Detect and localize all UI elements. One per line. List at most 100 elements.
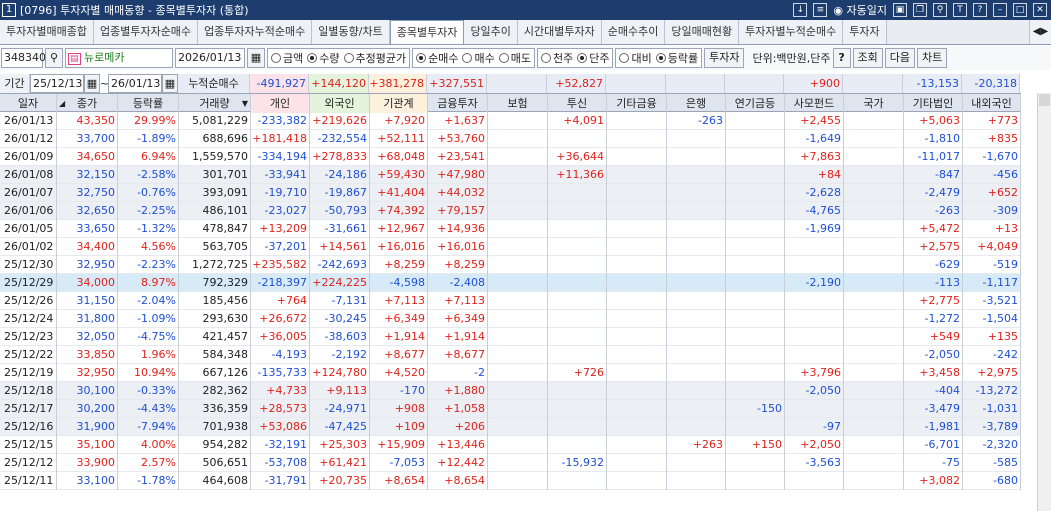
radio-sell[interactable]: 매도 [498,50,531,66]
table-row[interactable]: 26/01/07 32,750 -0.76% 393,091 -19,710 -19,86… [0,184,1021,202]
calendar-to-icon[interactable]: ▦ [162,74,178,93]
tab-scroll-arrows[interactable]: ◀▶ [1029,20,1051,44]
table-row[interactable]: 25/12/16 31,900 -7.94% 701,938 +53,086 -47,42… [0,418,1021,436]
menu-icon[interactable]: ≡ [813,3,828,17]
column-header-11[interactable]: 은행 [667,94,726,113]
calendar-icon[interactable]: ▦ [247,48,265,68]
tab-8[interactable]: 당일매매현황 [665,20,740,44]
tab-10[interactable]: 투자자 [843,20,887,44]
layout-icon[interactable]: ▣ [893,3,907,17]
chart-button[interactable]: 차트 [917,48,948,68]
table-row[interactable]: 25/12/15 35,100 4.00% 954,282 -32,191 +25,303… [0,436,1021,454]
table-row[interactable]: 26/01/05 33,650 -1.32% 478,847 +13,209 -31,66… [0,220,1021,238]
table-row[interactable]: 25/12/30 32,950 -2.23% 1,272,725 +235,582 -24… [0,256,1021,274]
period-to-input[interactable]: 26/01/13 [108,74,162,93]
table-cell-기관계: -4,598 [370,274,428,292]
search-button[interactable]: 조회 [852,48,883,68]
table-cell-금융투자: +1,058 [428,400,488,418]
table-row[interactable]: 25/12/11 33,100 -1.78% 464,608 -31,791 +20,73… [0,472,1021,490]
radio-net-buy[interactable]: 순매수 [416,50,458,66]
radio-single[interactable]: 단주 [577,50,609,66]
pin-icon[interactable]: ↓ [793,3,808,17]
autolog-button[interactable]: ◉ 자동일지 [833,2,887,18]
table-row[interactable]: 26/01/02 34,400 4.56% 563,705 -37,201 +14,561… [0,238,1021,256]
column-header-6[interactable]: 기관계 [370,94,428,113]
radio-buy[interactable]: 매수 [462,50,495,66]
table-cell-일자: 25/12/18 [0,382,57,400]
tab-3[interactable]: 일별동향/차트 [312,20,390,44]
table-row[interactable]: 26/01/09 34,650 6.94% 1,559,570 -334,194 +278… [0,148,1021,166]
close-icon[interactable]: ✕ [1033,3,1047,17]
table-row[interactable]: 26/01/06 32,650 -2.25% 486,101 -23,027 -50,79… [0,202,1021,220]
tab-6[interactable]: 시간대별투자자 [517,20,602,44]
radio-est-avg[interactable]: 추정평균가 [343,50,406,66]
date-input[interactable]: 2026/01/13 [175,48,245,68]
tab-2[interactable]: 업종투자자누적순매수 [198,20,313,44]
table-row[interactable]: 25/12/12 33,900 2.57% 506,651 -53,708 +61,421… [0,454,1021,472]
table-row[interactable]: 25/12/26 31,150 -2.04% 185,456 +764 -7,131 +7,… [0,292,1021,310]
column-header-14[interactable]: 국가 [844,94,904,113]
help-icon[interactable]: ? [973,3,987,17]
column-header-9[interactable]: 투신 [548,94,607,113]
copy-icon[interactable]: ❐ [913,3,927,17]
maximize-icon[interactable]: □ [1013,3,1027,17]
sort-icon[interactable]: ◢ [59,94,65,113]
table-row[interactable]: 25/12/23 32,050 -4.75% 421,457 +36,005 -38,60… [0,328,1021,346]
table-cell-기관계: +8,654 [370,472,428,490]
table-cell-개인: -19,710 [251,184,310,202]
tab-5[interactable]: 당일추이 [464,20,518,44]
table-row[interactable]: 25/12/17 30,200 -4.43% 336,359 +28,573 -24,97… [0,400,1021,418]
tab-9[interactable]: 투자자별누적순매수 [739,20,844,44]
table-cell-개인: +235,582 [251,256,310,274]
scroll-up-arrow[interactable] [1039,94,1050,106]
column-header-13[interactable]: 사모펀드 [785,94,844,113]
stock-code-input[interactable]: 348340 [1,48,46,68]
table-row[interactable]: 25/12/19 32,950 10.94% 667,126 -135,733 +124,… [0,364,1021,382]
font-icon[interactable]: T [953,3,967,17]
radio-thousand[interactable]: 천주 [540,50,573,66]
column-header-8[interactable]: 보험 [488,94,548,113]
help-button[interactable]: ? [832,48,851,68]
column-header-3[interactable]: ▼ 거래량 [179,94,251,113]
table-row[interactable]: 26/01/08 32,150 -2.58% 301,701 -33,941 -24,18… [0,166,1021,184]
radio-amount[interactable]: 금액 [271,50,303,66]
table-row[interactable]: 25/12/29 34,000 8.97% 792,329 -218,397 +224,2… [0,274,1021,292]
calendar-from-icon[interactable]: ▦ [84,74,100,93]
tab-7[interactable]: 순매수추이 [601,20,666,44]
tab-1[interactable]: 업종별투자자순매수 [93,20,199,44]
column-header-12[interactable]: 연기금등 [726,94,785,113]
period-from-input[interactable]: 25/12/13 [30,74,84,93]
summary-value-10 [606,74,666,93]
table-row[interactable]: 26/01/12 33,700 -1.89% 688,696 +181,418 -232,… [0,130,1021,148]
column-header-16[interactable]: 내외국인 [963,94,1021,113]
column-header-7[interactable]: 금융투자 [428,94,488,113]
investor-button[interactable]: 투자자 [704,48,745,68]
radio-compare[interactable]: 대비 [619,50,652,66]
search-icon[interactable]: ⚲ [45,48,63,68]
column-header-1[interactable]: ◢ 종가 [57,94,118,113]
table-cell-등락률: -2.25% [118,202,179,220]
sort-icon[interactable]: ▼ [242,94,248,113]
column-header-15[interactable]: 기타법인 [904,94,963,113]
link-icon[interactable]: ⚲ [933,3,947,17]
next-button[interactable]: 다음 [884,48,916,68]
tab-4[interactable]: 종목별투자자 [389,20,465,44]
column-header-10[interactable]: 기타금융 [607,94,667,113]
column-header-2[interactable]: 등락률 [118,94,179,113]
radio-quantity[interactable]: 수량 [307,50,340,66]
table-row[interactable]: 25/12/22 33,850 1.96% 584,348 -4,193 -2,192 +8… [0,346,1021,364]
table-row[interactable]: 25/12/24 31,800 -1.09% 293,630 +26,672 -30,24… [0,310,1021,328]
column-header-5[interactable]: 외국인 [310,94,370,113]
table-cell-금융투자: +79,157 [428,202,488,220]
column-header-4[interactable]: 개인 [251,94,310,113]
table-cell-기타금융 [607,130,667,148]
vertical-scrollbar[interactable] [1037,93,1051,511]
radio-rate[interactable]: 등락률 [655,50,698,66]
table-cell-내외국인: -680 [963,472,1021,490]
minimize-icon[interactable]: – [993,3,1007,17]
stock-name-field[interactable]: ▤ 뉴로메카 [65,48,173,68]
table-row[interactable]: 25/12/18 30,100 -0.33% 282,362 +4,733 +9,113-… [0,382,1021,400]
tab-0[interactable]: 투자자별매매종합 [0,20,94,44]
table-row[interactable]: 26/01/13 43,350 29.99% 5,081,229 -233,382 +21… [0,112,1021,130]
column-header-0[interactable]: 일자 [0,94,57,113]
